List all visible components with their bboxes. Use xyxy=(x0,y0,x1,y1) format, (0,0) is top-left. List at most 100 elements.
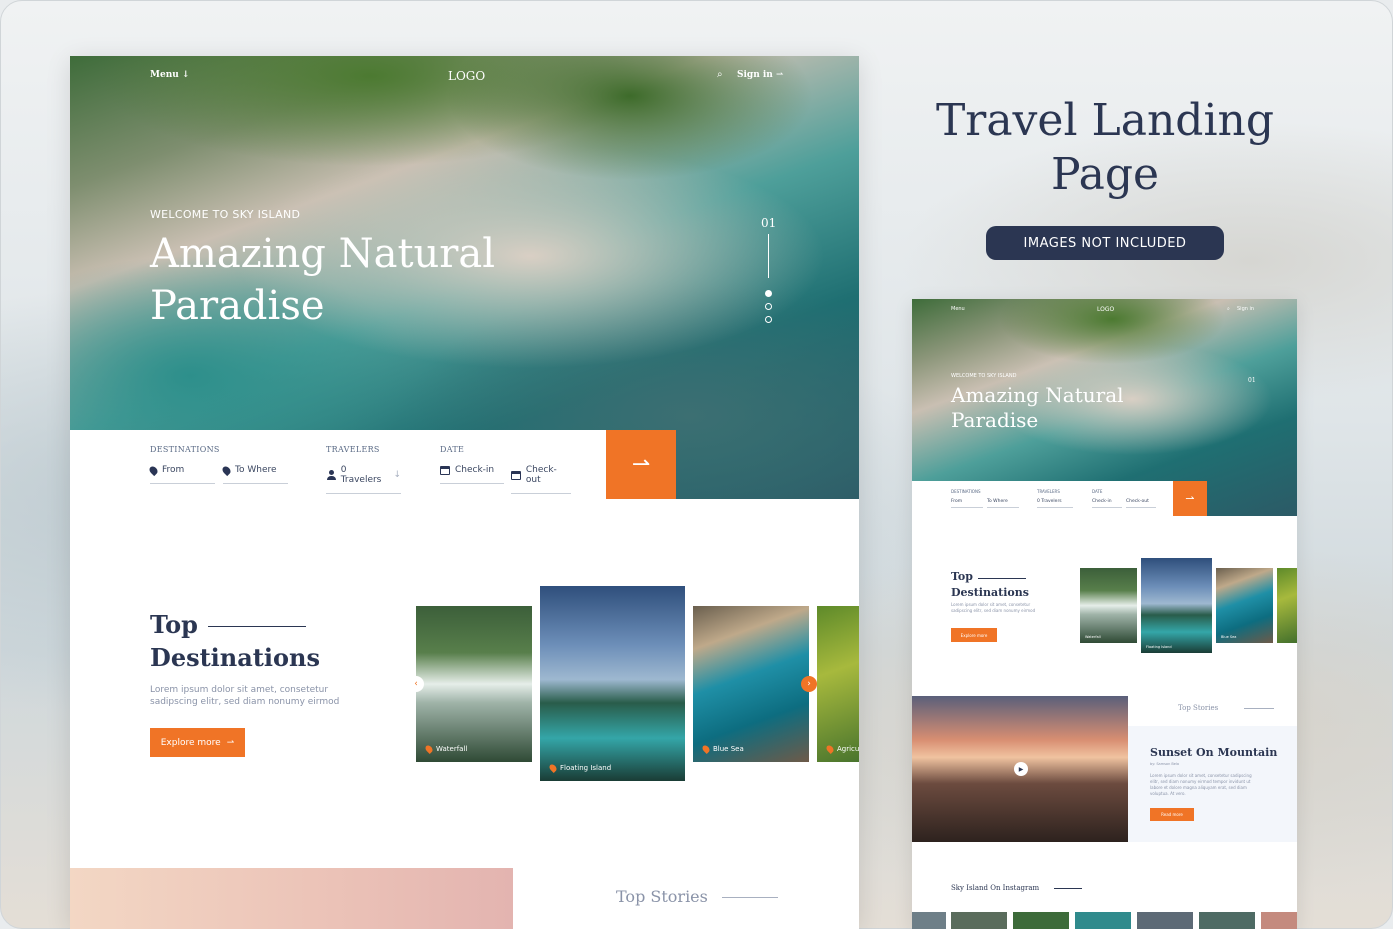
top-destinations-section: Top Destinations Lorem ipsum dolor sit a… xyxy=(150,608,350,757)
logo[interactable]: LOGO xyxy=(448,69,485,83)
instagram-thumb[interactable] xyxy=(1261,912,1297,929)
booking-search-bar: DESTINATIONS From To Where TRAVELERS 0 T… xyxy=(70,430,606,499)
small-search-icon[interactable]: ⌕ xyxy=(1227,306,1230,312)
hero-eyebrow: WELCOME TO SKY ISLAND xyxy=(150,208,301,221)
instagram-thumb[interactable] xyxy=(1013,912,1069,929)
slide-dot-1[interactable] xyxy=(765,290,772,297)
location-pin-icon xyxy=(548,763,558,773)
to-where-field[interactable]: To Where xyxy=(220,464,288,484)
hero-headline: Amazing Natural Paradise xyxy=(150,231,496,329)
small-explore-more-button[interactable]: Explore more xyxy=(951,628,997,642)
small-menu-button[interactable]: Menu xyxy=(951,306,965,312)
check-out-field[interactable]: Check-out xyxy=(511,465,571,494)
arrow-icon: ⇀ xyxy=(776,70,784,80)
small-check-out-field[interactable]: Check-out xyxy=(1126,499,1156,508)
travelers-field[interactable]: 0 Travelers ↓ xyxy=(326,465,401,494)
location-pin-icon xyxy=(701,744,711,754)
travelers-value: 0 Travelers xyxy=(340,465,382,485)
card-label-text: Blue Sea xyxy=(713,745,744,753)
slide-dot-2[interactable] xyxy=(765,303,772,310)
small-card-waterfall[interactable]: Waterfall xyxy=(1080,568,1137,643)
small-top-stories-label: Top Stories xyxy=(1178,704,1219,712)
small-logo[interactable]: LOGO xyxy=(1097,306,1114,313)
play-icon[interactable]: ▶ xyxy=(1014,762,1028,776)
explore-more-label: Explore more xyxy=(160,737,221,748)
desktop-mockup: Menu ↓ LOGO ⌕ Sign in ⇀ WELCOME TO SKY I… xyxy=(70,56,859,929)
arrow-icon: ⇀ xyxy=(226,737,235,748)
search-icon[interactable]: ⌕ xyxy=(717,69,723,80)
top-nav: Menu ↓ LOGO ⌕ Sign in ⇀ xyxy=(70,69,859,84)
card-label: Waterfall xyxy=(424,744,468,754)
small-hero-eyebrow: WELCOME TO SKY ISLAND xyxy=(951,373,1017,379)
slide-progress-line xyxy=(768,234,769,278)
card-label: Agricultur xyxy=(825,744,859,754)
sign-in-label: Sign in xyxy=(737,70,773,80)
chevron-right-icon: › xyxy=(807,679,811,689)
small-to-where-field[interactable]: To Where xyxy=(987,499,1019,508)
stories-divider xyxy=(722,897,778,898)
small-search-submit-button[interactable]: ⇀ xyxy=(1173,481,1207,516)
small-card-blue-sea[interactable]: Blue Sea xyxy=(1216,568,1273,643)
top-destinations-description: Lorem ipsum dolor sit amet, consetetur s… xyxy=(150,685,340,707)
slide-dot-3[interactable] xyxy=(765,316,772,323)
small-travelers-label: TRAVELERS xyxy=(1037,489,1060,494)
destination-card-agriculture[interactable]: Agricultur xyxy=(817,606,859,762)
menu-button[interactable]: Menu ↓ xyxy=(150,70,189,80)
instagram-thumb[interactable] xyxy=(1075,912,1131,929)
instagram-thumb[interactable] xyxy=(1137,912,1193,929)
carousel-next-button[interactable]: › xyxy=(801,676,817,692)
destination-card-waterfall[interactable]: Waterfall xyxy=(416,606,532,762)
calendar-icon xyxy=(440,465,450,475)
chevron-down-icon: ↓ xyxy=(181,70,190,80)
destination-card-floating-island[interactable]: Floating Island xyxy=(540,586,685,781)
small-travelers-field[interactable]: 0 Travelers xyxy=(1037,499,1073,508)
explore-more-button[interactable]: Explore more ⇀ xyxy=(150,728,245,757)
small-from-field[interactable]: From xyxy=(951,499,983,508)
from-field[interactable]: From xyxy=(147,464,215,484)
sign-in-button[interactable]: Sign in ⇀ xyxy=(737,70,784,80)
small-mockup: Menu LOGO ⌕ Sign in WELCOME TO SKY ISLAN… xyxy=(912,299,1297,929)
small-card-agriculture[interactable] xyxy=(1277,568,1297,643)
card-label: Blue Sea xyxy=(701,744,744,754)
to-where-label: To Where xyxy=(235,465,277,475)
instagram-title: Sky Island On Instagram xyxy=(951,884,1040,892)
chevron-down-icon: ↓ xyxy=(393,470,401,480)
top-destinations-title: Top Destinations xyxy=(150,610,320,672)
slide-indicator: 01 xyxy=(761,216,776,323)
location-pin-icon xyxy=(424,744,434,754)
small-top-destinations-title: Top Destinations xyxy=(951,570,1029,599)
chevron-left-icon: ‹ xyxy=(414,679,418,689)
small-date-label: DATE xyxy=(1092,489,1103,494)
card-label-text: Waterfall xyxy=(436,745,468,753)
carousel-prev-button[interactable]: ‹ xyxy=(408,676,424,692)
read-more-button[interactable]: Read more xyxy=(1150,808,1194,821)
arrow-right-icon: ⇀ xyxy=(1185,492,1195,505)
small-destinations-label: DESTINATIONS xyxy=(951,489,981,494)
instagram-thumb[interactable] xyxy=(912,912,946,929)
small-card-label: Blue Sea xyxy=(1221,635,1237,639)
small-card-floating-island[interactable]: Floating Island xyxy=(1141,558,1212,653)
check-in-field[interactable]: Check-in xyxy=(440,465,504,484)
small-check-in-field[interactable]: Check-in xyxy=(1092,499,1122,508)
person-icon xyxy=(326,470,336,480)
travelers-label: TRAVELERS xyxy=(326,445,380,454)
card-label-text: Agricultur xyxy=(837,745,859,753)
instagram-thumb[interactable] xyxy=(1199,912,1255,929)
destinations-label: DESTINATIONS xyxy=(150,445,220,454)
check-out-label: Check-out xyxy=(525,465,557,485)
top-stories-title: Top Stories xyxy=(616,887,708,906)
instagram-thumb[interactable] xyxy=(951,912,1007,929)
menu-label: Menu xyxy=(150,70,179,80)
small-sign-in-button[interactable]: Sign in xyxy=(1237,306,1254,312)
arrow-right-icon: ⇀ xyxy=(631,452,651,477)
small-stories-divider xyxy=(1244,708,1274,709)
location-pin-icon xyxy=(220,464,233,476)
instagram-divider xyxy=(1054,888,1082,889)
card-label: Floating Island xyxy=(548,763,611,773)
destination-card-blue-sea[interactable]: Blue Sea xyxy=(693,606,809,762)
small-top-destinations-description: Lorem ipsum dolor sit amet, consetetur s… xyxy=(951,602,1036,613)
small-title-divider xyxy=(978,578,1026,579)
small-card-label: Floating Island xyxy=(1146,645,1172,649)
small-slide-number: 01 xyxy=(1248,377,1256,384)
search-submit-button[interactable]: ⇀ xyxy=(606,430,676,499)
